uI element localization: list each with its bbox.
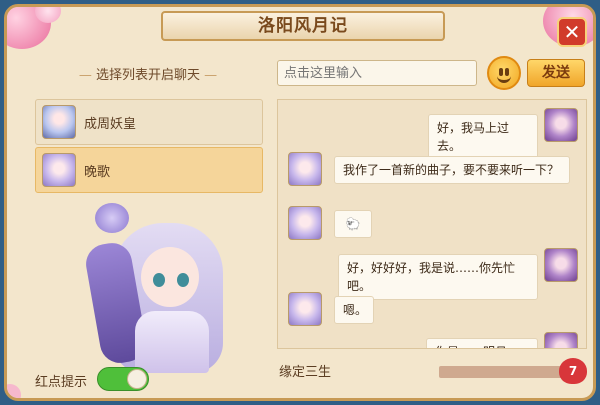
blossom-decoration	[7, 384, 21, 398]
chat-message-incoming: 🐑	[278, 206, 586, 242]
chat-window: 洛阳风月记 ✕ — 选择列表开启聊天 — 成周妖皇 晚歌 红点提示 点击这里输入…	[4, 4, 596, 401]
contact-list-header: — 选择列表开启聊天 —	[63, 65, 233, 87]
window-title: 洛阳风月记	[161, 11, 445, 41]
chat-history[interactable]: 好，我马上过去。 我作了一首新的曲子，要不要来听一下？ 🐑 好，好好好，我是说……	[277, 99, 587, 349]
portrait-ornament	[95, 203, 129, 233]
message-bubble: 我作了一首新的曲子，要不要来听一下？	[334, 156, 570, 184]
portrait-eye	[153, 273, 165, 287]
chat-message-incoming: 我作了一首新的曲子，要不要来听一下？	[278, 152, 586, 196]
divider: —	[78, 68, 92, 83]
contact-list: 成周妖皇 晚歌	[35, 99, 263, 195]
contact-item-wange[interactable]: 晚歌	[35, 147, 263, 193]
wange-avatar-icon	[42, 153, 76, 187]
wange-avatar-icon	[288, 152, 322, 186]
wange-avatar-icon	[288, 292, 322, 326]
message-bubble: 嗯。	[334, 296, 374, 324]
affinity-level: 7	[568, 364, 578, 378]
blossom-decoration	[35, 7, 61, 23]
red-dot-toggle[interactable]	[97, 367, 149, 391]
contact-list-header-text: 选择列表开启聊天	[95, 68, 200, 83]
player-avatar-icon	[544, 332, 578, 348]
wange-avatar-icon	[288, 206, 322, 240]
character-portrait	[73, 203, 243, 378]
player-avatar-icon	[544, 108, 578, 142]
smiley-icon[interactable]	[487, 56, 521, 90]
portrait-face	[141, 247, 199, 307]
affinity-progress-bar	[439, 366, 563, 378]
red-dot-toggle-label: 红点提示	[35, 375, 88, 390]
heart-icon: 7	[559, 358, 587, 384]
portrait-dress	[135, 311, 209, 373]
sticker-bubble: 🐑	[334, 210, 372, 238]
chat-message-outgoing: 好，好好好，我是说……你先忙吧。	[278, 248, 586, 300]
contact-name: 晚歌	[84, 164, 111, 180]
player-avatar-icon	[544, 248, 578, 282]
message-bubble: 你是……明月姬？	[426, 338, 538, 348]
close-icon: ✕	[563, 20, 581, 44]
zhou-avatar-icon	[42, 105, 76, 139]
smiley-mouth	[497, 73, 511, 83]
chat-message-outgoing: 你是……明月姬？	[278, 332, 586, 348]
contact-item-chengzhou[interactable]: 成周妖皇	[35, 99, 263, 145]
close-button[interactable]: ✕	[557, 17, 587, 47]
message-input[interactable]	[277, 60, 477, 86]
send-button[interactable]: 发送	[527, 59, 585, 87]
chat-message-incoming: 嗯。	[278, 292, 586, 328]
toggle-knob[interactable]	[127, 369, 147, 389]
contact-name: 成周妖皇	[84, 116, 137, 132]
chat-message-outgoing: 好，我马上过去。	[278, 108, 586, 160]
divider: —	[204, 68, 218, 83]
affinity-label: 缘定三生	[279, 365, 332, 380]
portrait-eye	[177, 273, 189, 287]
